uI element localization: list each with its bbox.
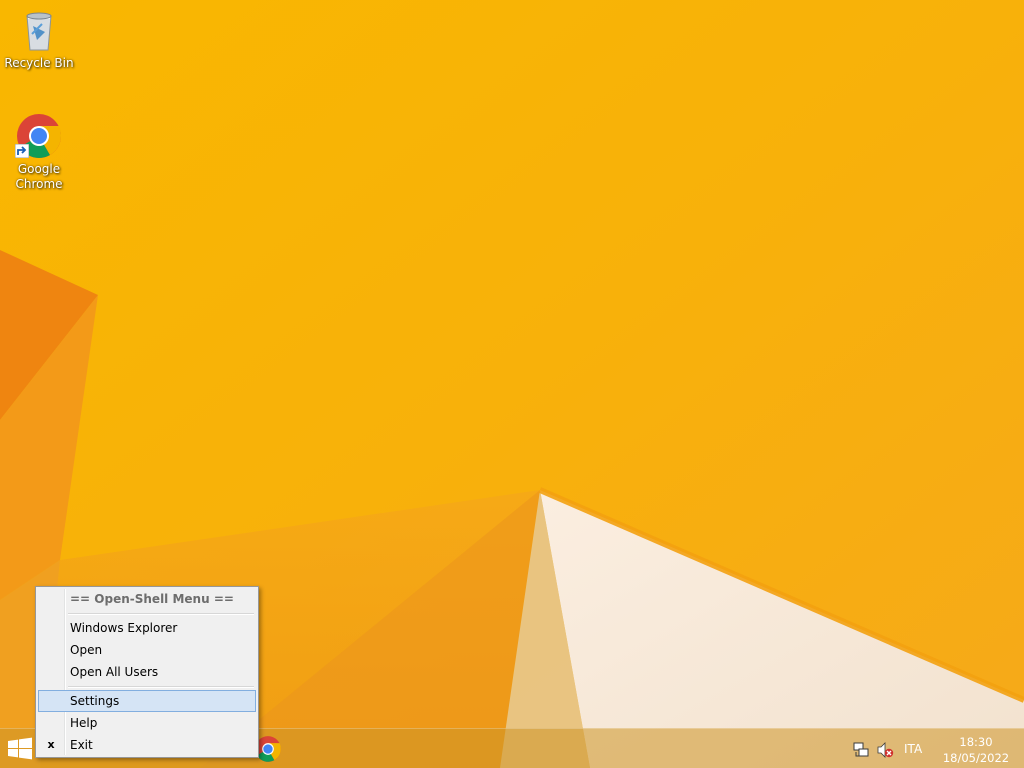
menu-item-label: Settings (70, 694, 120, 708)
menu-item-label: Open (70, 643, 103, 657)
menu-item-exit[interactable]: x Exit (38, 734, 256, 756)
desktop-icon-recycle-bin[interactable]: Recycle Bin (1, 6, 77, 71)
menu-item-windows-explorer[interactable]: Windows Explorer (38, 617, 256, 639)
shortcut-arrow-icon (15, 144, 29, 158)
menu-header-label: == Open-Shell Menu == (70, 592, 234, 606)
start-button[interactable] (6, 737, 34, 761)
clock[interactable]: 18:30 18/05/2022 (940, 734, 1012, 766)
menu-item-settings[interactable]: Settings (38, 690, 256, 712)
volume-muted-icon[interactable] (876, 741, 894, 759)
open-shell-context-menu: == Open-Shell Menu == Windows Explorer O… (35, 586, 259, 758)
clock-time: 18:30 (959, 735, 993, 749)
menu-item-label: Open All Users (70, 665, 159, 679)
menu-item-label: Windows Explorer (70, 621, 178, 635)
menu-header: == Open-Shell Menu == (38, 588, 256, 610)
menu-item-check-mark: x (47, 738, 55, 751)
desktop-icon-label: Google Chrome (15, 162, 63, 191)
desktop: Recycle Bin Google Chrome ITA 18:30 18/0… (0, 0, 1024, 768)
menu-item-label: Exit (70, 738, 93, 752)
menu-item-label: Help (70, 716, 98, 730)
network-icon[interactable] (852, 741, 870, 759)
menu-item-help[interactable]: Help (38, 712, 256, 734)
language-indicator[interactable]: ITA (904, 742, 934, 756)
desktop-icon-chrome[interactable]: Google Chrome (1, 112, 77, 192)
recycle-bin-icon (15, 6, 63, 54)
menu-item-open-all-users[interactable]: Open All Users (38, 661, 256, 683)
chrome-icon (15, 112, 63, 160)
menu-separator (68, 686, 254, 688)
menu-item-open[interactable]: Open (38, 639, 256, 661)
desktop-icon-label: Recycle Bin (4, 56, 74, 70)
menu-separator (68, 613, 254, 615)
windows-logo-icon (8, 737, 32, 760)
clock-date: 18/05/2022 (942, 751, 1010, 765)
